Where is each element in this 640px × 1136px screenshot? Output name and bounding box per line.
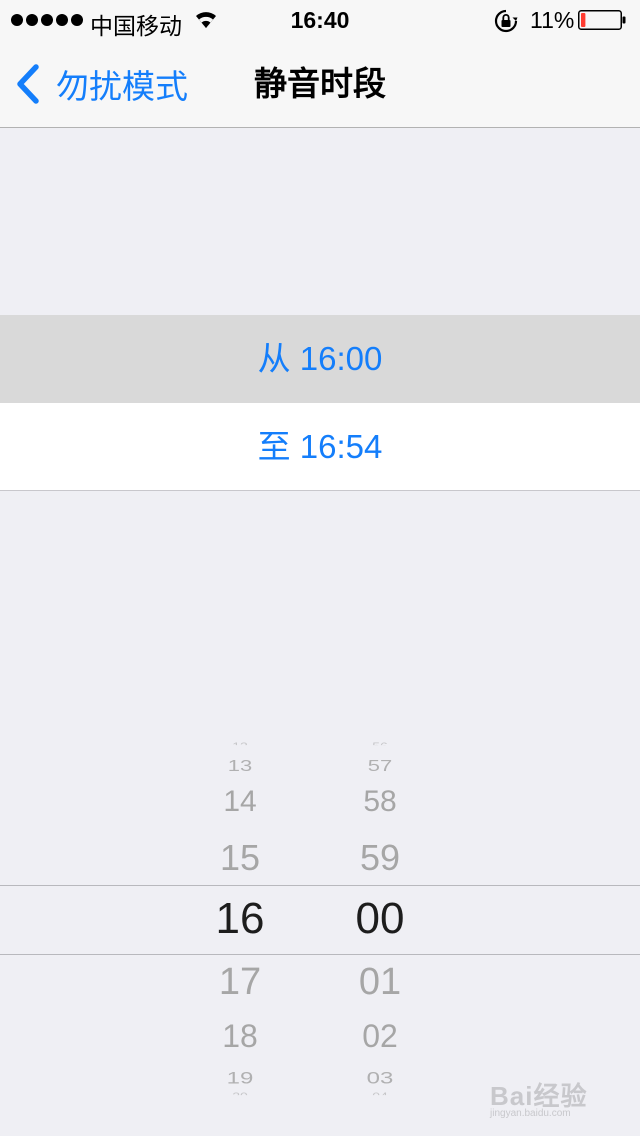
minute-option[interactable]: 02: [310, 1020, 450, 1054]
to-time-row[interactable]: 至 16:54: [0, 403, 640, 491]
battery-percent: 11%: [530, 7, 575, 33]
hour-option[interactable]: 14: [170, 787, 310, 819]
hour-option[interactable]: 18: [170, 1020, 310, 1054]
page-title: 静音时段: [254, 65, 386, 102]
time-picker: 12 13 14 15 16 17 18 19 20 56 57 58 59 00 01 02 03 04: [0, 730, 640, 1100]
status-bar: 中国移动 16:40 11%: [0, 0, 640, 40]
watermark-subtext: jingyan.baidu.com: [490, 1108, 571, 1119]
hour-selected[interactable]: 16: [170, 897, 310, 945]
hour-option[interactable]: 13: [170, 758, 310, 773]
minute-option[interactable]: 01: [310, 963, 450, 1003]
battery-icon: [578, 10, 626, 30]
hour-option[interactable]: 17: [170, 963, 310, 1003]
minute-option[interactable]: 57: [310, 758, 450, 773]
minute-option[interactable]: 58: [310, 787, 450, 819]
hour-option[interactable]: 20: [170, 1091, 310, 1095]
baidu-jingyan-watermark: Bai经验 jingyan.baidu.com: [490, 1068, 630, 1119]
from-time-row[interactable]: 从 16:00: [0, 315, 640, 403]
minute-option[interactable]: 04: [310, 1091, 450, 1095]
navigation-bar: 勿扰模式 静音时段: [0, 40, 640, 128]
hour-option[interactable]: 12: [170, 741, 310, 745]
hour-wheel[interactable]: 12 13 14 15 16 17 18 19 20: [170, 730, 310, 1100]
minute-selected[interactable]: 00: [310, 897, 450, 945]
minute-option[interactable]: 03: [310, 1070, 450, 1085]
minute-option[interactable]: 56: [310, 741, 450, 745]
minute-wheel[interactable]: 56 57 58 59 00 01 02 03 04: [310, 730, 450, 1100]
hour-option[interactable]: 15: [170, 840, 310, 878]
minute-option[interactable]: 59: [310, 840, 450, 878]
hour-option[interactable]: 19: [170, 1070, 310, 1085]
rotation-lock-icon: [494, 9, 518, 33]
